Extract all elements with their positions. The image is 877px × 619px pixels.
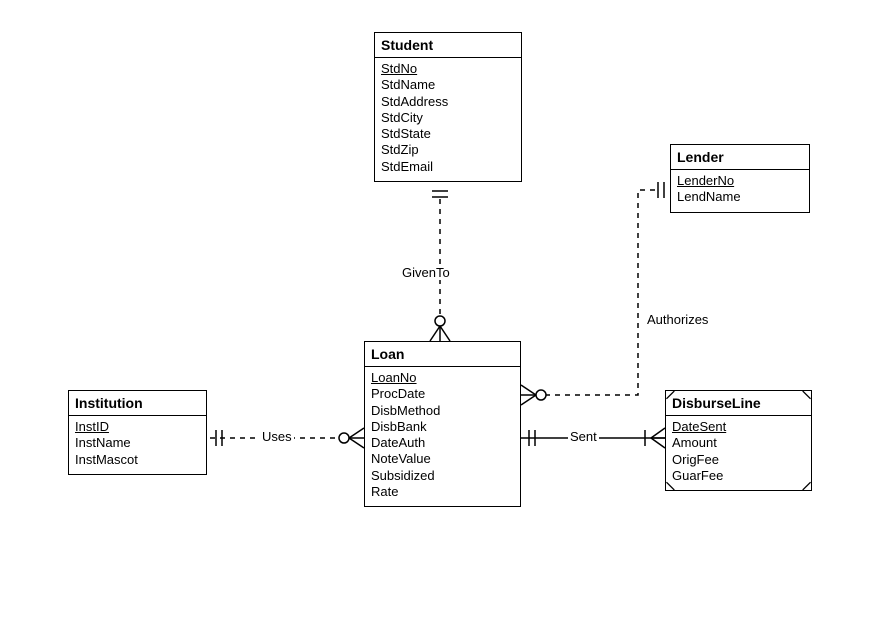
attr: LenderNo	[677, 173, 803, 189]
attr: GuarFee	[672, 468, 805, 484]
entity-disburseline: DisburseLine DateSent Amount OrigFee Gua…	[665, 390, 812, 491]
entity-title: DisburseLine	[666, 391, 811, 416]
entity-attrs: LoanNo ProcDate DisbMethod DisbBank Date…	[365, 367, 520, 506]
entity-student: Student StdNo StdName StdAddress StdCity…	[374, 32, 522, 182]
attr: LendName	[677, 189, 803, 205]
attr: DateAuth	[371, 435, 514, 451]
attr: OrigFee	[672, 452, 805, 468]
rel-uses: Uses	[260, 429, 294, 444]
attr: Subsidized	[371, 468, 514, 484]
rel-sent: Sent	[568, 429, 599, 444]
entity-loan: Loan LoanNo ProcDate DisbMethod DisbBank…	[364, 341, 521, 507]
attr: StdEmail	[381, 159, 515, 175]
attr: InstMascot	[75, 452, 200, 468]
attr: DisbBank	[371, 419, 514, 435]
attr: StdNo	[381, 61, 515, 77]
attr: StdAddress	[381, 94, 515, 110]
attr: Amount	[672, 435, 805, 451]
attr: InstID	[75, 419, 200, 435]
attr: ProcDate	[371, 386, 514, 402]
attr: LoanNo	[371, 370, 514, 386]
attr: DateSent	[672, 419, 805, 435]
entity-title: Loan	[365, 342, 520, 367]
entity-title: Institution	[69, 391, 206, 416]
attr: StdState	[381, 126, 515, 142]
rel-authorizes: Authorizes	[645, 312, 710, 327]
entity-lender: Lender LenderNo LendName	[670, 144, 810, 213]
attr: StdCity	[381, 110, 515, 126]
attr: DisbMethod	[371, 403, 514, 419]
attr: InstName	[75, 435, 200, 451]
entity-attrs: InstID InstName InstMascot	[69, 416, 206, 474]
attr: Rate	[371, 484, 514, 500]
attr: NoteValue	[371, 451, 514, 467]
entity-title: Student	[375, 33, 521, 58]
rel-given-to: GivenTo	[400, 265, 452, 280]
entity-attrs: DateSent Amount OrigFee GuarFee	[666, 416, 811, 490]
entity-attrs: StdNo StdName StdAddress StdCity StdStat…	[375, 58, 521, 181]
entity-attrs: LenderNo LendName	[671, 170, 809, 212]
entity-institution: Institution InstID InstName InstMascot	[68, 390, 207, 475]
attr: StdZip	[381, 142, 515, 158]
entity-title: Lender	[671, 145, 809, 170]
attr: StdName	[381, 77, 515, 93]
